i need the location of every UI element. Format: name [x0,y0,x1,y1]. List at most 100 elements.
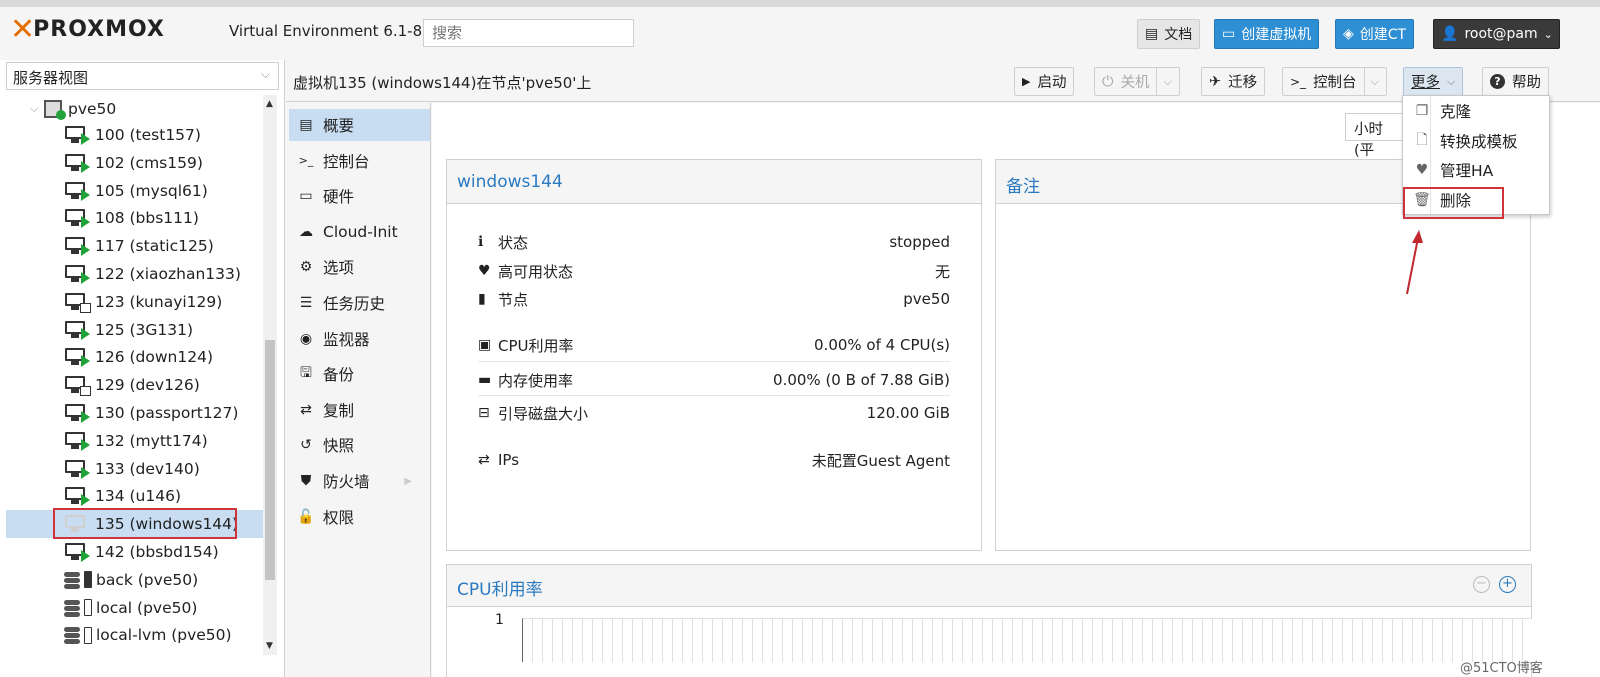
tree-item[interactable]: 117 (static125) [6,232,263,260]
start-button[interactable]: ▶ 启动 [1014,67,1075,96]
tree-item[interactable]: 126 (down124) [6,343,263,371]
highlight-box-delete [1403,187,1504,219]
docs-button[interactable]: ▤ 文档 [1137,19,1201,49]
monitor-icon: ▭ [299,188,313,205]
nav-item-firewall[interactable]: ⛊ 防火墙 ▶ [289,465,430,497]
book-icon: ▤ [1145,26,1159,42]
cube-icon: ◈ [1343,26,1354,42]
summary-row: ⇄ IPs 未配置Guest Agent [478,451,950,470]
vm-template-icon [65,376,91,397]
resource-tree: ⌵ pve50 100 (test157) 102 (cms159) 105 (my… [6,95,263,665]
tree-item[interactable]: 102 (cms159) [6,149,263,177]
server-online-icon [44,100,66,120]
view-selector[interactable]: 服务器视图 ⌵ [6,62,279,90]
send-icon: ✈ [1209,73,1222,90]
tree-item[interactable]: 142 (bbsbd154) [6,538,263,566]
vm-running-icon [65,459,90,479]
create-ct-button[interactable]: ◈ 创建CT [1335,19,1415,49]
vm-running-icon [65,543,90,562]
summary-row: ℹ 状态 stopped [478,233,950,252]
tree-item[interactable]: local-lvm (pve50) [6,621,263,649]
chevron-right-icon: ▶ [404,475,412,487]
cpu-chart-title: CPU利用率 [447,565,1531,607]
nav-item-snapshots[interactable]: ↺ 快照 [289,429,430,461]
tree-item-label: 108 (bbs111) [95,209,199,228]
zoom-out-icon[interactable]: − [1473,576,1490,593]
vm-running-icon [65,348,90,368]
vm-running-icon [65,404,90,423]
console-button[interactable]: >_ 控制台 ⌵ [1282,67,1387,96]
disk-icon [84,571,92,589]
tree-item[interactable]: 130 (passport127) [6,399,263,427]
help-button[interactable]: ? 帮助 [1482,67,1549,96]
nav-item-permissions[interactable]: 🔓 权限 [289,501,430,533]
tree-item[interactable]: 100 (test157) [6,121,263,149]
tree-item-label: 105 (mysql61) [95,181,208,200]
tree-item-label: 132 (mytt174) [95,431,208,450]
gear-icon: ⚙ [299,259,313,276]
menu-item-clone[interactable]: ❐ 克隆 [1404,97,1548,125]
tree-item-label: 130 (passport127) [95,404,239,422]
nav-item-replication[interactable]: ⇄ 复制 [289,394,430,426]
eye-icon: ◉ [299,330,313,347]
more-button[interactable]: 更多 ⌵ [1403,67,1464,96]
tree-scrollbar[interactable]: ▲ ▼ [263,95,277,655]
row-divider [478,361,950,362]
nav-item-summary[interactable]: ▤ 概要 [289,109,430,141]
menu-item-convert-template[interactable]: 🗋 转换成模板 [1404,127,1548,155]
nav-item-monitor[interactable]: ◉ 监视器 [289,323,430,355]
version-label: Virtual Environment 6.1-8 [229,22,423,40]
tree-item-label: 125 (3G131) [95,320,194,339]
summary-row: ▣ CPU利用率 0.00% of 4 CPU(s) [478,336,950,355]
storage-icon [64,626,80,645]
chevron-down-icon: ⌵ [1447,74,1456,88]
menu-item-manage-ha[interactable]: ♥ 管理HA [1404,156,1548,184]
tree-item[interactable]: local (pve50) [6,594,263,622]
tree-item[interactable]: 125 (3G131) [6,316,263,344]
summary-panel-title: windows144 [447,160,981,204]
tree-item[interactable]: back (pve50) [6,566,263,594]
vm-template-icon [65,292,91,313]
unlock-icon: 🔓 [297,508,315,525]
tree-item[interactable]: 108 (bbs111) [6,204,263,232]
user-menu-button[interactable]: 👤 root@pam ⌄ [1433,19,1560,49]
shutdown-button[interactable]: ⏻ 关机 ⌵ [1094,67,1180,96]
tree-item[interactable]: 129 (dev126) [6,371,263,399]
tree-item[interactable]: 132 (mytt174) [6,427,263,455]
nav-item-options[interactable]: ⚙ 选项 [289,251,430,283]
disk-icon [84,599,92,617]
vm-running-icon [65,265,90,284]
building-icon: ▮ [478,291,486,307]
chevron-down-icon[interactable]: ⌵ [1363,68,1379,95]
tree-item-label: 134 (u146) [95,487,182,506]
shield-icon: ⛊ [300,473,312,489]
terminal-icon: >_ [298,154,314,168]
tree-item-label: 129 (dev126) [95,376,200,395]
monitor-icon: ▭ [1222,26,1236,42]
nav-item-hardware[interactable]: ▭ 硬件 [289,180,430,212]
migrate-button[interactable]: ✈ 迁移 [1201,67,1266,96]
nav-item-task-history[interactable]: ☰ 任务历史 [289,287,430,319]
summary-row: ▬ 内存使用率 0.00% (0 B of 7.88 GiB) [478,371,950,390]
tree-item[interactable]: 105 (mysql61) [6,177,263,205]
cpu-icon: ▣ [478,337,492,353]
zoom-reset-icon[interactable]: + [1499,576,1516,593]
collapse-icon: ⌵ [30,102,39,115]
exchange-icon: ⇄ [478,452,490,468]
nav-item-cloud-init[interactable]: ☁ Cloud-Init [289,216,430,248]
nav-item-backup[interactable]: 🖫 备份 [289,358,430,390]
tree-item[interactable]: 133 (dev140) [6,455,263,483]
tree-item-label: back (pve50) [96,570,199,589]
vm-running-icon [65,209,90,229]
chevron-down-icon: ⌵ [260,67,270,81]
tree-item[interactable]: 134 (u146) [6,482,263,510]
search-input[interactable] [423,19,634,47]
tree-item[interactable]: 123 (kunayi129) [6,288,263,316]
scrollbar-thumb[interactable] [265,340,275,580]
chevron-down-icon[interactable]: ⌵ [1156,68,1172,95]
tree-node-pve50[interactable]: ⌵ pve50 [6,95,263,123]
create-vm-button[interactable]: ▭ 创建虚拟机 [1214,19,1320,49]
tree-item[interactable]: 122 (xiaozhan133) [6,260,263,288]
nav-item-console[interactable]: >_ 控制台 [289,145,430,177]
history-icon: ↺ [300,437,312,454]
